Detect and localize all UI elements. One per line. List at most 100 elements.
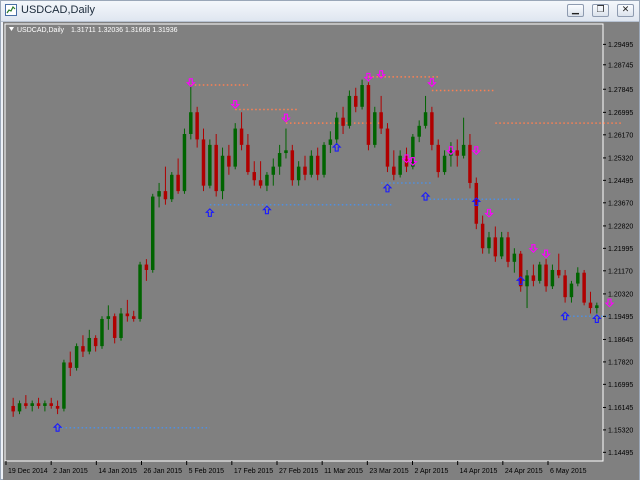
candle-body: [43, 403, 47, 406]
candle-body: [468, 144, 472, 183]
symbol-label: USDCAD,Daily: [17, 27, 65, 34]
candle-body: [436, 144, 440, 173]
candle-body: [195, 112, 199, 140]
candle-body: [11, 405, 15, 412]
price-label: 1.21170: [608, 268, 633, 275]
price-label: 1.26170: [608, 132, 633, 139]
date-label: 27 Feb 2015: [279, 468, 318, 475]
candle-body: [119, 313, 123, 338]
title-bar[interactable]: USDCAD,Daily ▁ ❐ ✕: [1, 1, 639, 22]
candle-body: [296, 166, 301, 181]
date-label: 11 Mar 2015: [324, 468, 363, 475]
date-label: 2 Jan 2015: [53, 468, 88, 475]
candle-body: [68, 362, 73, 368]
candle-body: [170, 174, 174, 200]
candle-body: [258, 180, 263, 186]
restore-button[interactable]: ❐: [592, 4, 609, 17]
date-label: 26 Jan 2015: [144, 468, 183, 475]
candle-body: [531, 275, 536, 281]
candle-body: [189, 112, 193, 134]
date-label: 6 May 2015: [550, 468, 587, 475]
candle-body: [157, 191, 161, 197]
candle-body: [322, 144, 326, 175]
restore-icon: ❐: [596, 5, 605, 15]
candle-body: [36, 403, 41, 406]
date-label: 5 Feb 2015: [189, 468, 225, 475]
candle-body: [233, 128, 237, 167]
candle-body: [182, 133, 187, 192]
candle-body: [379, 112, 383, 129]
candle-body: [290, 150, 295, 181]
candle-body: [112, 316, 117, 338]
candle-body: [550, 269, 555, 287]
candle-body: [487, 237, 491, 249]
candle-body: [125, 313, 130, 317]
price-label: 1.14495: [608, 450, 633, 457]
window-title: USDCAD,Daily: [21, 4, 95, 16]
candle-body: [512, 253, 517, 262]
candle-body: [430, 112, 434, 145]
candle-body: [100, 318, 104, 347]
candle-body: [214, 144, 218, 192]
candle-body: [499, 237, 504, 257]
price-label: 1.19495: [608, 314, 633, 321]
candle-body: [347, 95, 352, 126]
candle-body: [30, 403, 34, 406]
chart-app-icon: [5, 4, 17, 16]
candle-body: [131, 316, 136, 319]
candle-body: [284, 150, 288, 154]
minimize-button[interactable]: ▁: [567, 4, 584, 17]
candle-body: [49, 403, 53, 406]
candle-body: [106, 316, 111, 319]
candle-body: [442, 155, 447, 173]
price-label: 1.25320: [608, 155, 633, 162]
price-label: 1.16145: [608, 405, 633, 412]
candle-body: [328, 139, 333, 145]
date-label: 19 Dec 2014: [8, 468, 48, 475]
date-label: 23 Mar 2015: [369, 468, 408, 475]
candle-body: [398, 155, 402, 175]
price-label: 1.29495: [608, 42, 633, 49]
candle-body: [354, 95, 358, 107]
candle-body: [176, 174, 180, 192]
candlestick-chart[interactable]: USDCAD,Daily 1.31711 1.32036 1.31668 1.3…: [3, 22, 639, 480]
candle-body: [334, 117, 339, 140]
price-label: 1.15320: [608, 427, 633, 434]
candle-body: [525, 275, 529, 287]
date-label: 14 Jan 2015: [98, 468, 137, 475]
candle-body: [563, 275, 567, 298]
minimize-icon: ▁: [572, 5, 579, 15]
price-label: 1.26995: [608, 110, 633, 117]
price-label: 1.21995: [608, 246, 633, 253]
candle-body: [74, 346, 79, 368]
date-label: 24 Apr 2015: [505, 468, 543, 475]
candle-body: [576, 272, 580, 284]
price-label: 1.22820: [608, 223, 633, 230]
candle-body: [385, 128, 390, 167]
candle-body: [144, 264, 149, 270]
candle-body: [246, 144, 250, 173]
price-label: 1.23670: [608, 200, 633, 207]
candle-body: [55, 405, 60, 409]
candle-body: [252, 172, 256, 181]
chart-window: USDCAD,Daily ▁ ❐ ✕ USDCAD,Daily 1.31711 …: [0, 0, 640, 480]
candle-body: [537, 264, 542, 281]
candle-body: [62, 362, 66, 409]
candle-body: [201, 139, 206, 186]
candle-body: [220, 155, 225, 192]
price-label: 1.16995: [608, 382, 633, 389]
chart-area[interactable]: USDCAD,Daily 1.31711 1.32036 1.31668 1.3…: [3, 22, 639, 480]
candle-body: [493, 237, 498, 257]
candle-body: [588, 302, 593, 309]
candle-body: [569, 283, 574, 298]
close-button[interactable]: ✕: [617, 4, 634, 17]
candle-body: [506, 237, 510, 262]
close-icon: ✕: [621, 5, 630, 15]
candle-body: [455, 150, 460, 156]
date-label: 17 Feb 2015: [234, 468, 273, 475]
candle-body: [582, 272, 586, 303]
date-label: 2 Apr 2015: [415, 468, 449, 475]
price-label: 1.28745: [608, 62, 633, 69]
candle-body: [303, 166, 307, 175]
ohlc-readout: 1.31711 1.32036 1.31668 1.31936: [71, 27, 178, 34]
